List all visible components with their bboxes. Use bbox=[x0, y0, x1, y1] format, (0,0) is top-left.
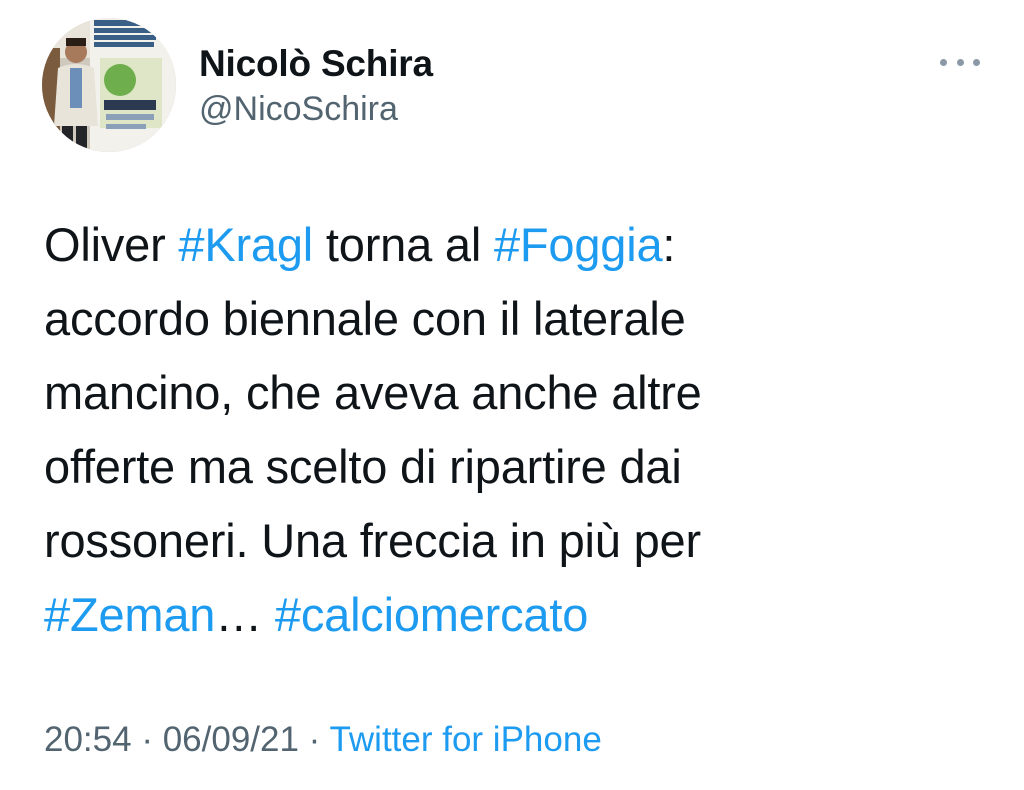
author-handle[interactable]: @NicoSchira bbox=[199, 87, 433, 131]
author-display-name[interactable]: Nicolò Schira bbox=[199, 42, 433, 86]
dot-icon bbox=[973, 58, 980, 66]
hashtag-link[interactable]: #Zeman bbox=[44, 588, 215, 641]
author-block[interactable]: Nicolò Schira @NicoSchira bbox=[199, 42, 433, 131]
tweet-text-segment: rossoneri. Una freccia in più per bbox=[44, 514, 701, 567]
tweet-text-segment: offerte ma scelto di ripartire dai bbox=[44, 440, 682, 493]
hashtag-link[interactable]: #Kragl bbox=[178, 218, 313, 271]
tweet-time[interactable]: 20:54 bbox=[44, 720, 132, 759]
tweet-card: Nicolò Schira @NicoSchira Oliver #Kragl … bbox=[0, 0, 1024, 790]
tweet-text-segment: Oliver bbox=[44, 218, 179, 271]
author-avatar[interactable] bbox=[42, 18, 176, 152]
meta-separator: · bbox=[131, 720, 163, 759]
tweet-text-line: #Zeman… #calciomercato bbox=[44, 578, 944, 652]
tweet-text-line: mancino, che aveva anche altre bbox=[44, 356, 944, 430]
dot-icon bbox=[956, 58, 964, 66]
tweet-text-segment: mancino, che aveva anche altre bbox=[44, 366, 702, 419]
tweet-text-line: accordo biennale con il laterale bbox=[44, 282, 944, 356]
tweet-source-link[interactable]: Twitter for iPhone bbox=[329, 720, 601, 759]
tweet-text-segment: accordo biennale con il laterale bbox=[44, 292, 686, 345]
tweet-metadata: 20:54 · 06/09/21 · Twitter for iPhone bbox=[44, 716, 602, 764]
tweet-text-segment: torna al bbox=[313, 218, 494, 271]
tweet-text-line: Oliver #Kragl torna al #Foggia: bbox=[44, 208, 944, 282]
tweet-text-segment: … bbox=[215, 588, 275, 641]
dot-icon bbox=[940, 58, 947, 66]
tweet-text-line: offerte ma scelto di ripartire dai bbox=[44, 430, 944, 504]
tweet-body: Oliver #Kragl torna al #Foggia: accordo b… bbox=[44, 208, 944, 652]
more-options-icon[interactable] bbox=[940, 50, 980, 74]
tweet-text-segment: : bbox=[662, 218, 676, 271]
meta-separator: · bbox=[298, 720, 330, 759]
tweet-date[interactable]: 06/09/21 bbox=[163, 720, 299, 759]
hashtag-link[interactable]: #calciomercato bbox=[275, 588, 588, 641]
hashtag-link[interactable]: #Foggia bbox=[494, 218, 663, 271]
tweet-text-line: rossoneri. Una freccia in più per bbox=[44, 504, 944, 578]
avatar-photo bbox=[42, 18, 176, 152]
